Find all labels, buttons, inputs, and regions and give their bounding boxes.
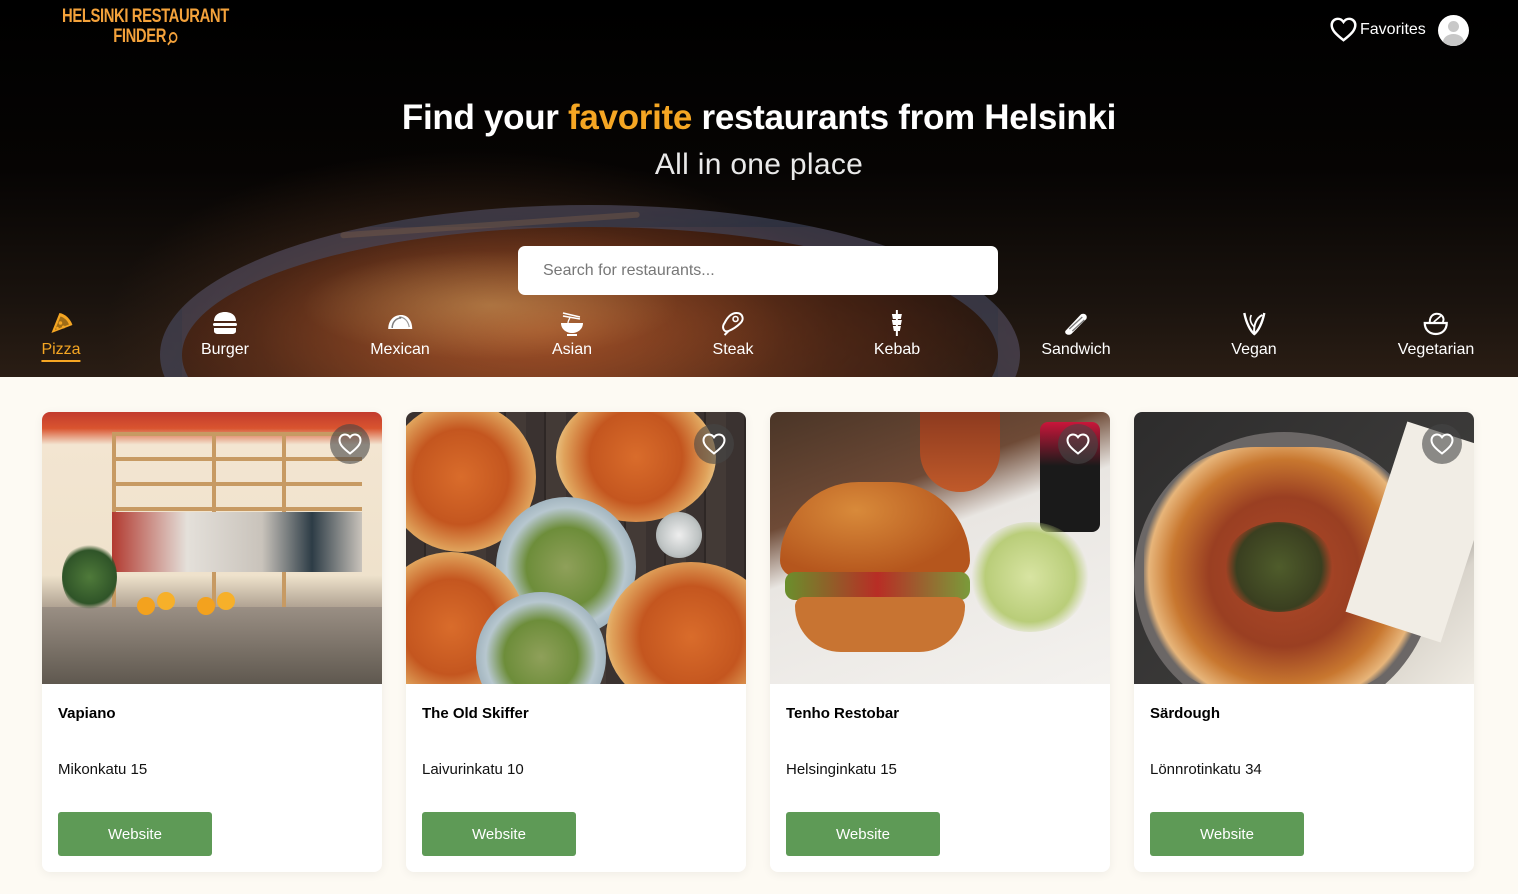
category-steak[interactable]: Steak [713,309,753,359]
magnifier-icon [169,31,178,43]
steak-icon [722,311,745,336]
website-button[interactable]: Website [786,812,940,856]
restaurant-card: Särdough Lönnrotinkatu 34 Website [1134,412,1474,872]
restaurant-name: Vapiano [58,705,116,722]
restaurant-photo[interactable] [42,412,382,684]
category-mexican[interactable]: Mexican [370,309,430,359]
site-logo[interactable]: HELSINKI RESTAURANT FINDER [62,7,229,47]
favorite-button[interactable] [1058,424,1098,464]
restaurant-name: Tenho Restobar [786,705,900,722]
logo-line-1: HELSINKI RESTAURANT [62,6,229,27]
hero-banner: HELSINKI RESTAURANT FINDER Favorites Fin… [0,0,1518,377]
sandwich-icon [1064,313,1087,335]
taco-icon [387,315,412,329]
favorite-button[interactable] [330,424,370,464]
avatar[interactable] [1438,15,1469,46]
favorites-link[interactable]: Favorites [1330,17,1426,42]
restaurant-address: Laivurinkatu 10 [422,761,524,778]
category-kebab[interactable]: Kebab [874,309,920,359]
category-vegan[interactable]: Vegan [1231,309,1277,359]
restaurant-name: The Old Skiffer [422,705,529,722]
noodle-bowl-icon [561,312,583,336]
restaurant-address: Lönnrotinkatu 34 [1150,761,1262,778]
search-input[interactable] [518,246,998,295]
category-pizza[interactable]: Pizza [41,309,81,362]
pizza-icon [51,313,72,333]
restaurant-photo[interactable] [1134,412,1474,684]
restaurant-card: The Old Skiffer Laivurinkatu 10 Website [406,412,746,872]
salad-bowl-icon [1423,312,1449,336]
favorite-button[interactable] [1422,424,1462,464]
restaurant-card: Tenho Restobar Helsinginkatu 15 Website [770,412,1110,872]
restaurant-photo[interactable] [770,412,1110,684]
restaurant-name: Särdough [1150,705,1220,722]
heart-icon [1066,433,1090,455]
category-burger[interactable]: Burger [201,309,249,359]
heart-icon [338,433,362,455]
category-vegetarian[interactable]: Vegetarian [1398,309,1474,359]
restaurant-photo[interactable] [406,412,746,684]
category-asian[interactable]: Asian [552,309,592,359]
restaurant-address: Mikonkatu 15 [58,761,148,778]
restaurant-card: Vapiano Mikonkatu 15 Website [42,412,382,872]
favorite-button[interactable] [694,424,734,464]
heart-icon [1430,433,1454,455]
favorites-label: Favorites [1360,20,1426,38]
website-button[interactable]: Website [422,812,576,856]
page-subtitle: All in one place [654,148,864,181]
heart-icon [702,433,726,455]
title-accent-word: favorite [568,98,693,137]
kebab-icon [891,310,902,336]
heart-icon [1330,17,1357,42]
website-button[interactable]: Website [1150,812,1304,856]
page-title: Find your favorite restaurants from Hels… [401,98,1117,137]
burger-icon [213,312,237,334]
logo-line-2: FINDER [113,26,167,47]
restaurant-address: Helsinginkatu 15 [786,761,897,778]
category-sandwich[interactable]: Sandwich [1041,309,1111,359]
vegan-leaf-icon [1242,312,1266,336]
website-button[interactable]: Website [58,812,212,856]
